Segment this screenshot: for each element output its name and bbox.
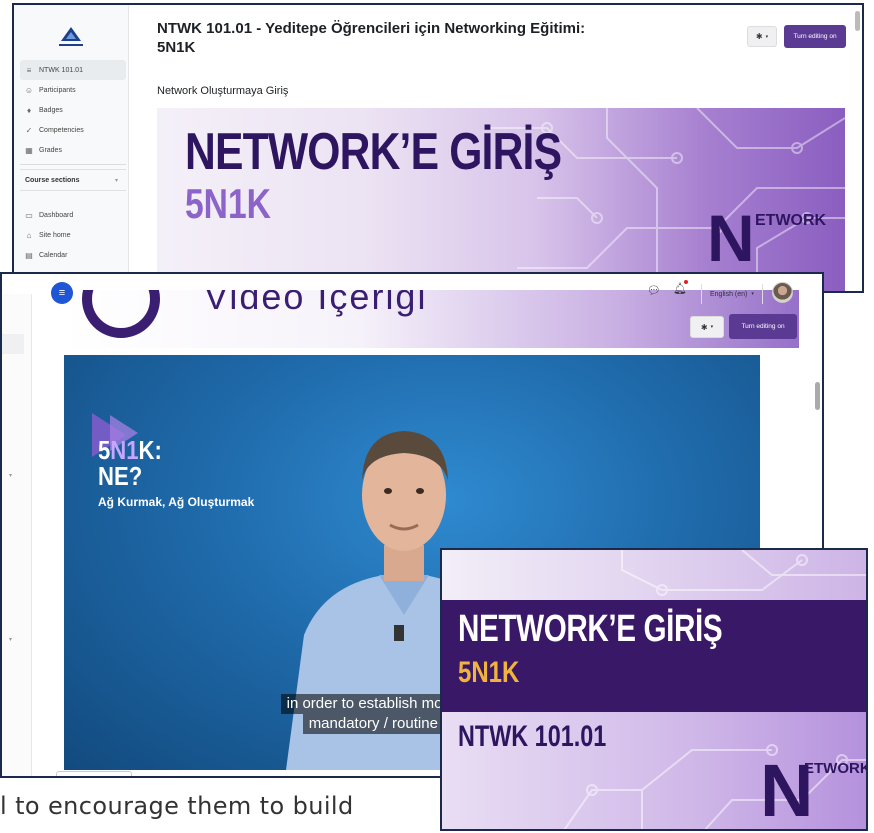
sidebar-item-badges[interactable]: ♦ Badges (20, 100, 126, 120)
network-logo-text: ETWORK (804, 760, 868, 777)
chevron-down-icon: ▾ (765, 33, 769, 40)
course-page-window-top: ≡ NTWK 101.01 ☺ Participants ♦ Badges ✓ Comp… (12, 3, 864, 293)
video-section-header-image: Video İçeriği (64, 290, 799, 348)
scrollbar[interactable] (855, 11, 860, 31)
sidebar-item-competencies[interactable]: ✓ Competencies (20, 120, 126, 140)
university-logo-icon (59, 27, 83, 46)
banner-title: NETWORK’E GİRİŞ (185, 123, 562, 181)
thumbnail-course-code: NTWK 101.01 (458, 720, 607, 753)
turn-editing-on-button[interactable]: Turn editing on (784, 25, 846, 48)
section-title: Network Oluşturmaya Giriş (157, 85, 289, 97)
gear-icon: ✱ (755, 32, 763, 41)
thumbnail-subtitle: 5N1K (458, 656, 520, 689)
sidebar-item-calendar[interactable]: ▤ Calendar (20, 245, 126, 265)
sidebar-item-dashboard[interactable]: ▭ Dashboard (20, 205, 126, 225)
course-nav: ≡ NTWK 101.01 ☺ Participants ♦ Badges ✓ Comp… (20, 60, 126, 191)
site-nav: ▭ Dashboard ⌂ Site home ▤ Calendar (20, 205, 126, 265)
menu-icon: ≡ (58, 287, 66, 299)
settings-menu-button[interactable]: ✱ ▾ (690, 316, 724, 338)
messages-icon[interactable]: 💬︎ (647, 284, 661, 297)
network-logo-letter: N (707, 201, 755, 275)
user-avatar[interactable] (772, 282, 793, 303)
sidebar-item-course[interactable]: ≡ NTWK 101.01 (20, 60, 126, 80)
network-logo-text: ETWORK (755, 212, 827, 229)
check-icon: ✓ (25, 125, 33, 135)
video-tag-subtitle: Ağ Kurmak, Ağ Oluşturmak (98, 495, 255, 509)
chevron-down-icon: ▾ (114, 177, 118, 184)
video-tag-ne: NE? (98, 461, 143, 491)
collapsed-sidebar: ▾ ▾ (2, 294, 32, 776)
sidebar-item-grades[interactable]: ▦ Grades (20, 140, 126, 160)
thumbnail-title: NETWORK’E GİRİŞ (458, 608, 723, 650)
sidebar-divider (20, 164, 126, 165)
video-section-header-text: Video İçeriği (204, 290, 428, 317)
banner-subtitle: 5N1K (185, 180, 271, 227)
sidebar-row (2, 334, 24, 354)
dashboard-icon: ▭ (25, 210, 33, 220)
course-icon: ≡ (26, 65, 32, 75)
turn-editing-on-button[interactable]: Turn editing on (729, 314, 797, 339)
calendar-icon: ▤ (25, 250, 33, 260)
gear-icon: ✱ (700, 322, 708, 332)
background-paragraph-fragment: l to encourage them to build (0, 792, 354, 820)
language-selector[interactable]: English (en) ▾ (701, 284, 763, 304)
home-icon: ⌂ (26, 230, 32, 240)
globe-logo-icon (82, 290, 160, 338)
users-icon: ☺ (24, 85, 34, 95)
bottom-button-edge[interactable] (56, 771, 132, 776)
course-sections-toggle[interactable]: Course sections ▾ (20, 169, 126, 191)
scrollbar[interactable] (815, 382, 820, 410)
badge-icon: ♦ (26, 105, 32, 115)
drawer-menu-button[interactable]: ≡ (51, 282, 73, 304)
settings-menu-button[interactable]: ✱ ▾ (747, 26, 777, 47)
notification-badge (684, 280, 688, 284)
course-banner-image: NETWORK’E GİRİŞ 5N1K N ETWORK (157, 108, 845, 291)
chevron-down-icon: ▾ (9, 637, 13, 643)
sidebar-item-site-home[interactable]: ⌂ Site home (20, 225, 126, 245)
chevron-down-icon: ▾ (710, 324, 714, 330)
chevron-down-icon: ▾ (751, 291, 754, 297)
chevron-down-icon: ▾ (9, 473, 13, 479)
table-icon: ▦ (25, 145, 33, 155)
course-sidebar: ≡ NTWK 101.01 ☺ Participants ♦ Badges ✓ Comp… (14, 5, 129, 291)
course-thumbnail-image: NETWORK’E GİRİŞ 5N1K NTWK 101.01 N ETWOR… (440, 548, 868, 831)
sidebar-item-participants[interactable]: ☺ Participants (20, 80, 126, 100)
page-title: NTWK 101.01 - Yeditepe Öğrencileri için … (157, 20, 586, 56)
